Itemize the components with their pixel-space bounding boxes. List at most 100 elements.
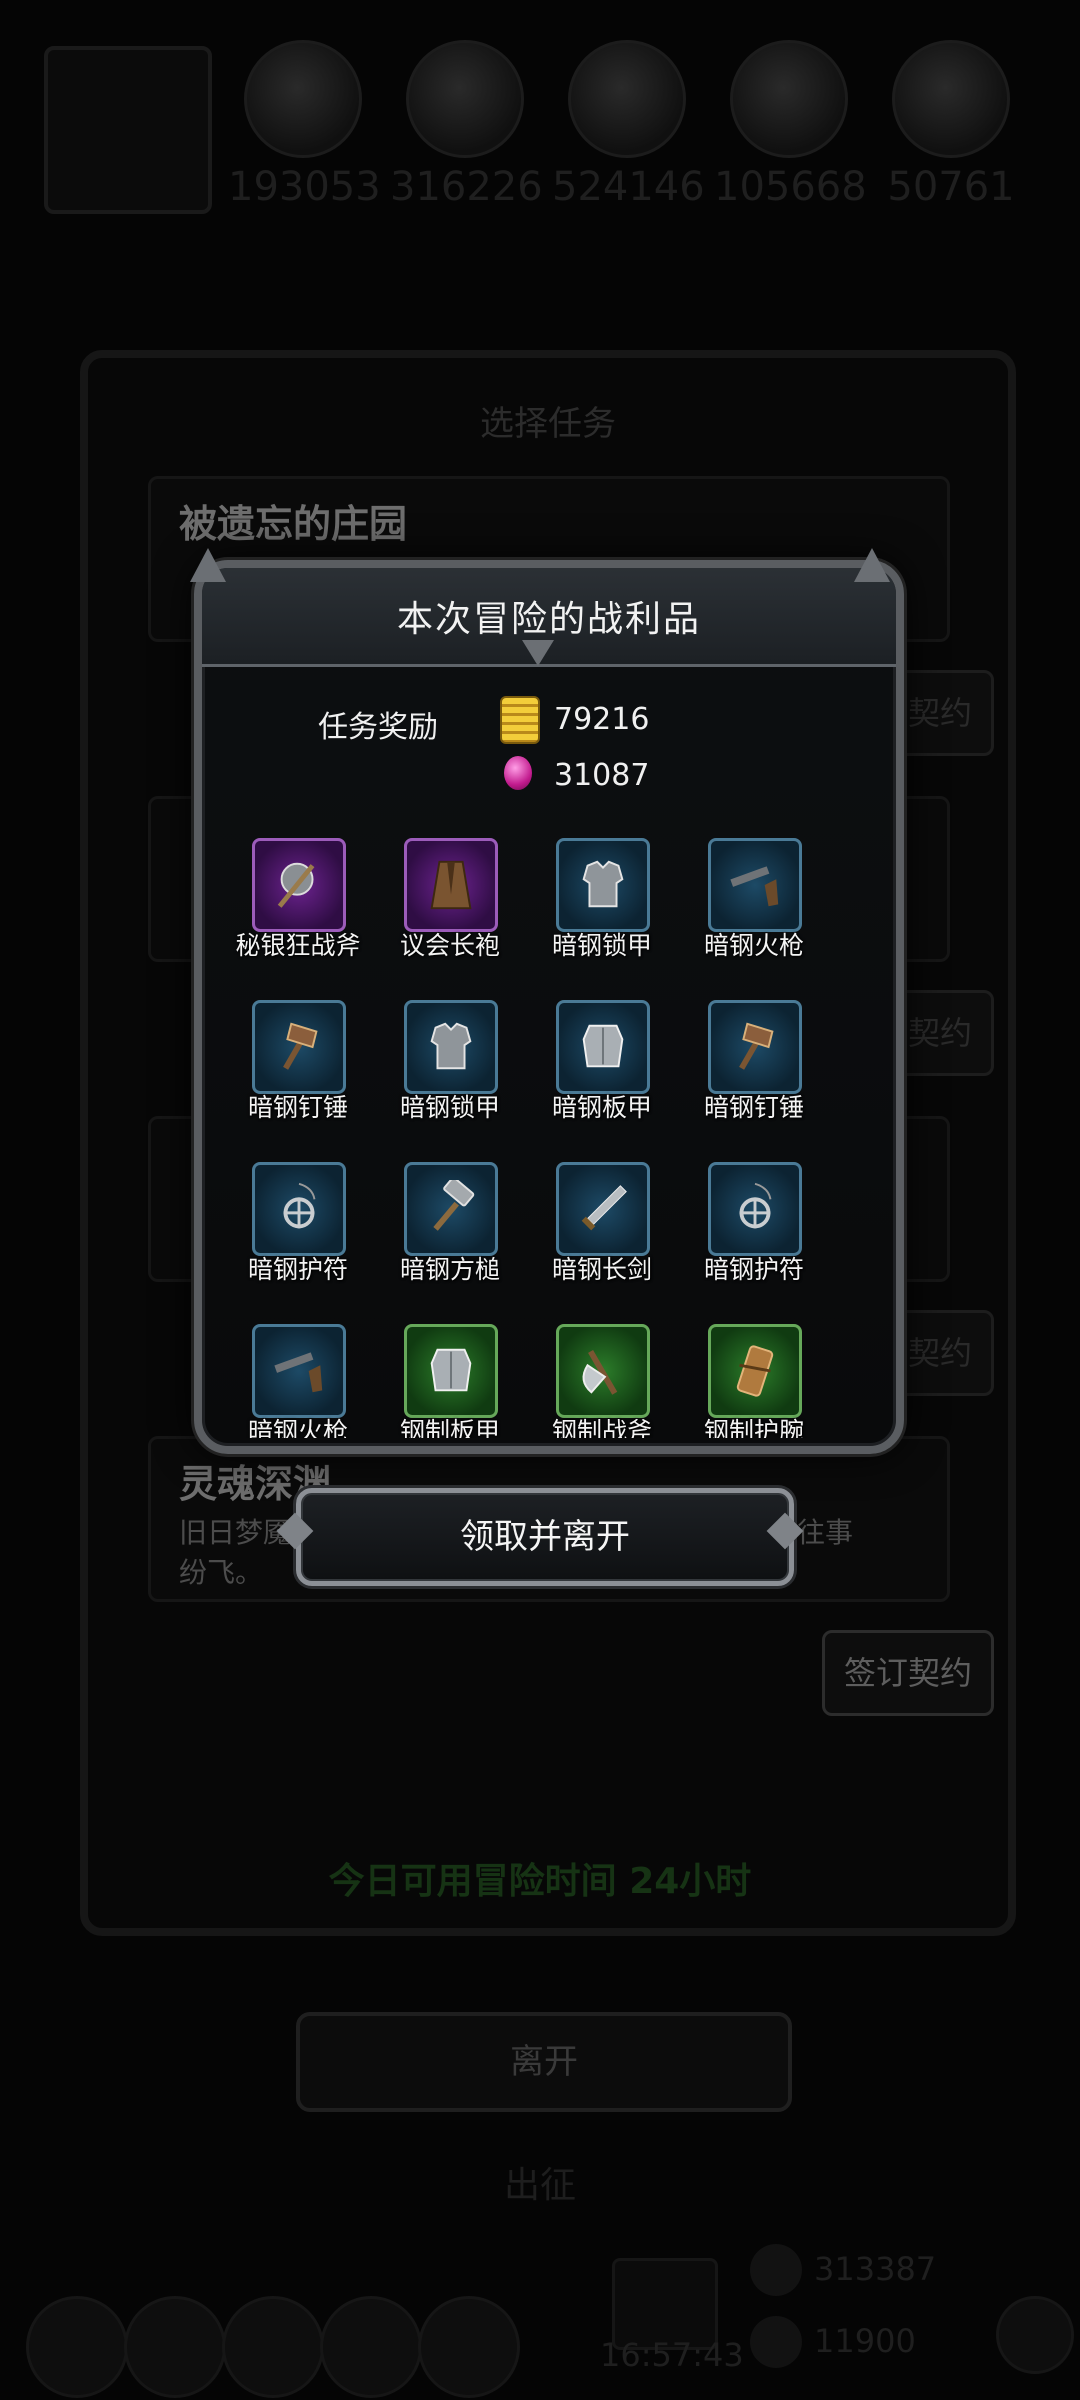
loot-item-name: 暗钢护符 xyxy=(703,1255,804,1284)
resource-slot: 50761 xyxy=(876,40,1026,210)
loot-item-frame xyxy=(252,1162,346,1256)
loot-item[interactable]: 暗钢护符 xyxy=(678,1162,830,1312)
loot-items-grid: 秘银狂战斧 议会长袍 暗钢锁甲 暗钢火枪 暗钢钉锤 暗钢锁甲 暗钢板甲 暗钢钉锤 暗钢护符 暗钢方… xyxy=(220,838,878,1438)
loot-item-name: 钢制护腕 xyxy=(703,1417,804,1438)
gun-icon xyxy=(270,1342,328,1400)
loot-item[interactable]: 暗钢板甲 xyxy=(526,1000,678,1150)
loot-item-name: 暗钢长剑 xyxy=(551,1255,652,1284)
loot-item-frame xyxy=(556,1000,650,1094)
menu-icon[interactable] xyxy=(222,2296,324,2398)
loot-item-name: 暗钢钉锤 xyxy=(703,1093,804,1122)
loot-item-frame xyxy=(404,1000,498,1094)
menu-icon[interactable] xyxy=(26,2296,128,2398)
gem-reward-value: 31087 xyxy=(554,758,650,793)
ore-resource-icon xyxy=(406,40,524,158)
loot-item[interactable]: 暗钢锁甲 xyxy=(374,1000,526,1150)
panel-title: 选择任务 xyxy=(480,404,616,444)
amulet-icon xyxy=(726,1180,784,1238)
loot-item-frame xyxy=(708,1000,802,1094)
mallet-icon xyxy=(422,1176,480,1238)
armor-icon xyxy=(422,1018,480,1076)
task-description-line: 纷飞。 xyxy=(179,1556,264,1589)
gold-reward-value: 79216 xyxy=(554,702,650,737)
plate-icon xyxy=(574,1018,632,1076)
hero-portrait[interactable] xyxy=(44,46,212,214)
loot-item-name: 钢制战斧 xyxy=(551,1417,652,1438)
loot-item[interactable]: 钢制板甲 xyxy=(374,1324,526,1438)
expedition-label: 出征 xyxy=(503,2165,576,2206)
loot-item[interactable]: 暗钢火枪 xyxy=(678,838,830,988)
loot-item-name: 钢制板甲 xyxy=(399,1417,500,1438)
stone-resource-icon xyxy=(568,40,686,158)
loot-item[interactable]: 议会长袍 xyxy=(374,838,526,988)
loot-item[interactable]: 秘银狂战斧 xyxy=(222,838,374,988)
adventure-time-left: 今日可用冒险时间 24小时 xyxy=(328,1861,752,1902)
resource-value: 193053 xyxy=(228,164,381,210)
resource-value: 316226 xyxy=(390,164,543,210)
amulet-icon xyxy=(270,1180,328,1238)
armor-icon xyxy=(574,856,632,914)
frame-spike xyxy=(854,548,890,582)
loot-item[interactable]: 暗钢长剑 xyxy=(526,1162,678,1312)
frame-spike xyxy=(190,548,226,582)
loot-dialog: 本次冒险的战利品 任务奖励 79216 31087 秘银狂战斧 议会长袍 暗钢锁甲暗… xyxy=(194,560,904,1454)
resource-slot: 105668 xyxy=(714,40,867,210)
gold-coin-icon xyxy=(500,696,540,744)
frame-spike xyxy=(522,640,554,666)
loot-item-frame xyxy=(404,838,498,932)
chat-icon[interactable] xyxy=(996,2296,1074,2374)
plate-icon xyxy=(422,1342,480,1400)
loot-item[interactable]: 暗钢锁甲 xyxy=(526,838,678,988)
gem-value: 11900 xyxy=(814,2322,916,2360)
loot-item-frame xyxy=(404,1324,498,1418)
resource-value: 105668 xyxy=(714,164,867,210)
leave-button[interactable]: 离开 xyxy=(296,2012,792,2112)
gun-icon xyxy=(726,856,784,914)
loot-item[interactable]: 暗钢钉锤 xyxy=(678,1000,830,1150)
pink-gem-icon xyxy=(504,756,532,790)
loot-item-name: 暗钢锁甲 xyxy=(399,1093,500,1122)
loot-item-frame xyxy=(252,838,346,932)
sign-contract-button[interactable]: 签订契约 xyxy=(822,1630,994,1716)
resource-slot: 193053 xyxy=(228,40,381,210)
loot-item[interactable]: 暗钢钉锤 xyxy=(222,1000,374,1150)
loot-item-frame xyxy=(708,1324,802,1418)
menu-icon[interactable] xyxy=(320,2296,422,2398)
menu-icon[interactable] xyxy=(418,2296,520,2398)
loot-item[interactable]: 钢制护腕 xyxy=(678,1324,830,1438)
wood-resource-icon xyxy=(244,40,362,158)
axe-icon xyxy=(270,856,328,914)
axe2-icon xyxy=(574,1342,632,1400)
hammer-icon xyxy=(270,1018,328,1076)
loot-item-name: 议会长袍 xyxy=(399,931,500,960)
bracer-icon xyxy=(726,1342,784,1400)
loot-item-frame xyxy=(708,838,802,932)
loot-item[interactable]: 暗钢火枪 xyxy=(222,1324,374,1438)
resource-value: 50761 xyxy=(887,164,1015,210)
loot-item[interactable]: 暗钢方槌 xyxy=(374,1162,526,1312)
claim-and-leave-button[interactable]: 领取并离开 xyxy=(296,1488,794,1586)
gold-value: 313387 xyxy=(814,2250,937,2288)
hammer-icon xyxy=(726,1018,784,1076)
reward-label: 任务奖励 xyxy=(318,710,438,745)
loot-item-name: 暗钢锁甲 xyxy=(551,931,652,960)
task-name: 被遗忘的庄园 xyxy=(179,502,408,546)
resource-slot: 316226 xyxy=(390,40,543,210)
loot-item-name: 暗钢火枪 xyxy=(703,931,804,960)
gold-icon xyxy=(750,2244,802,2296)
loot-item-frame xyxy=(556,1324,650,1418)
loot-item[interactable]: 暗钢护符 xyxy=(222,1162,374,1312)
robe-icon xyxy=(422,856,480,914)
loot-item-frame xyxy=(252,1324,346,1418)
loot-item-name: 暗钢板甲 xyxy=(551,1093,652,1122)
loot-item-frame xyxy=(556,838,650,932)
loot-item-frame xyxy=(708,1162,802,1256)
resource-slot: 524146 xyxy=(552,40,705,210)
loot-item-name: 暗钢方槌 xyxy=(399,1255,500,1284)
gem-icon xyxy=(750,2316,802,2368)
loot-item-frame xyxy=(252,1000,346,1094)
menu-icon[interactable] xyxy=(124,2296,226,2398)
loot-item[interactable]: 钢制战斧 xyxy=(526,1324,678,1438)
feather-resource-icon xyxy=(892,40,1010,158)
loot-item-frame xyxy=(556,1162,650,1256)
